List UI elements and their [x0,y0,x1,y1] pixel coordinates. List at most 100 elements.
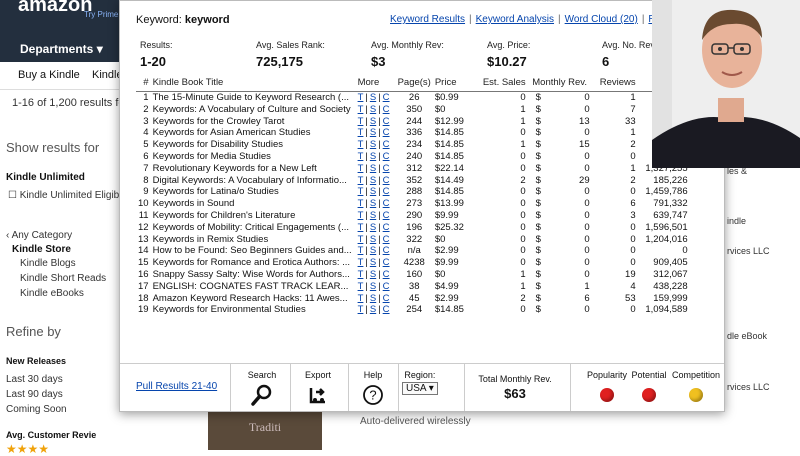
book-title[interactable]: Revolutionary Keywords for a New Left [151,163,356,175]
nav-kindle[interactable]: Kindle [92,69,123,81]
more-link-s[interactable]: S [370,139,376,150]
more-link-t[interactable]: T [358,269,364,280]
release-last-90[interactable]: Last 90 days [6,389,63,400]
book-title[interactable]: Keywords for the Crowley Tarot [151,116,356,128]
table-row[interactable]: 19 Keywords for Environmental Studies T | S |… [136,304,690,316]
book-title[interactable]: Keywords for Latina/o Studies [151,186,356,198]
export-button[interactable]: Export [298,370,338,406]
more-link-t[interactable]: T [358,104,364,115]
table-row[interactable]: 14 How to be Found: Seo Beginners Guides … [136,245,690,257]
keyword-analysis-link[interactable]: Keyword Analysis [476,14,554,25]
more-link-c[interactable]: C [383,151,390,162]
more-link-t[interactable]: T [358,222,364,233]
more-link-c[interactable]: C [383,281,390,292]
pull-results-link[interactable]: Pull Results 21-40 [136,381,217,392]
more-link-t[interactable]: T [358,304,364,315]
more-link-c[interactable]: C [383,163,390,174]
book-title[interactable]: Keywords for Disability Studies [151,139,356,151]
col-header-num[interactable]: # [136,75,151,92]
more-link-t[interactable]: T [358,257,364,268]
more-link-t[interactable]: T [358,92,364,103]
more-link-t[interactable]: T [358,186,364,197]
more-link-c[interactable]: C [383,92,390,103]
more-link-s[interactable]: S [370,281,376,292]
star-rating-filter[interactable]: ★★★★ [6,442,49,456]
table-row[interactable]: 2 Keywords: A Vocabulary of Culture and S… [136,104,690,116]
more-link-c[interactable]: C [383,175,390,186]
more-link-c[interactable]: C [383,293,390,304]
book-title[interactable]: Keywords in Remix Studies [151,234,356,246]
col-header-reviews[interactable]: Reviews [591,75,638,92]
col-header-est-sales[interactable]: Est. Sales [480,75,528,92]
more-link-t[interactable]: T [358,210,364,221]
table-row[interactable]: 18 Amazon Keyword Research Hacks: 11 Awes… [136,293,690,305]
word-cloud-link[interactable]: Word Cloud (20) [565,14,638,25]
table-row[interactable]: 15 Keywords for Romance and Erotica Autho… [136,257,690,269]
more-link-c[interactable]: C [383,245,390,256]
more-link-t[interactable]: T [358,245,364,256]
more-link-t[interactable]: T [358,198,364,209]
more-link-t[interactable]: T [358,116,364,127]
table-row[interactable]: 16 Snappy Sassy Salty: Wise Words for Aut… [136,269,690,281]
more-link-t[interactable]: T [358,234,364,245]
col-header-pages[interactable]: Page(s) [395,75,433,92]
more-link-s[interactable]: S [370,234,376,245]
table-row[interactable]: 10 Keywords in Sound T | S | C 273 $13.99 0 $0 6 791… [136,198,690,210]
departments-menu[interactable]: Departments ▾ [20,42,103,56]
table-row[interactable]: 5 Keywords for Disability Studies T | S | C 234… [136,139,690,151]
book-title[interactable]: Digital Keywords: A Vocabulary of Inform… [151,175,356,187]
table-row[interactable]: 3 Keywords for the Crowley Tarot T | S | C 244 $… [136,116,690,128]
col-header-price[interactable]: Price [432,75,481,92]
more-link-c[interactable]: C [383,234,390,245]
more-link-c[interactable]: C [383,222,390,233]
more-link-c[interactable]: C [383,104,390,115]
more-link-s[interactable]: S [370,257,376,268]
more-link-s[interactable]: S [370,293,376,304]
region-select[interactable]: USA ▾ [402,382,438,395]
more-link-s[interactable]: S [370,92,376,103]
more-link-s[interactable]: S [370,127,376,138]
category-kindle-short-reads[interactable]: Kindle Short Reads [20,273,106,284]
more-link-c[interactable]: C [383,127,390,138]
more-link-t[interactable]: T [358,127,364,138]
table-row[interactable]: 7 Revolutionary Keywords for a New Left T |… [136,163,690,175]
try-prime-link[interactable]: Try Prime [84,10,118,19]
more-link-c[interactable]: C [383,139,390,150]
table-row[interactable]: 8 Digital Keywords: A Vocabulary of Infor… [136,175,690,187]
more-link-s[interactable]: S [370,175,376,186]
more-link-s[interactable]: S [370,222,376,233]
more-link-s[interactable]: S [370,269,376,280]
col-header-more[interactable]: More [355,75,396,92]
more-link-s[interactable]: S [370,198,376,209]
amazon-logo[interactable]: amazon [18,0,92,17]
more-link-c[interactable]: C [383,116,390,127]
release-coming-soon[interactable]: Coming Soon [6,404,67,415]
any-category-link[interactable]: ‹ Any Category [6,230,72,241]
more-link-s[interactable]: S [370,245,376,256]
more-link-t[interactable]: T [358,139,364,150]
more-link-c[interactable]: C [383,198,390,209]
book-title[interactable]: Keywords for Children's Literature [151,210,356,222]
book-title[interactable]: Keywords: A Vocabulary of Culture and So… [151,104,356,116]
more-link-s[interactable]: S [370,151,376,162]
search-button[interactable]: Search [242,370,282,406]
table-row[interactable]: 17 ENGLISH: COGNATES FAST TRACK LEAR... T |… [136,281,690,293]
more-link-s[interactable]: S [370,116,376,127]
book-title[interactable]: Keywords for Romance and Erotica Authors… [151,257,356,269]
book-title[interactable]: Keywords for Environmental Studies [151,304,356,316]
table-row[interactable]: 11 Keywords for Children's Literature T | S |… [136,210,690,222]
table-row[interactable]: 1 The 15-Minute Guide to Keyword Research… [136,92,690,104]
more-link-t[interactable]: T [358,175,364,186]
book-title[interactable]: ENGLISH: COGNATES FAST TRACK LEAR... [151,281,356,293]
book-cover-image[interactable]: Traditi [208,410,322,450]
more-link-s[interactable]: S [370,186,376,197]
book-title[interactable]: Amazon Keyword Research Hacks: 11 Awes..… [151,293,356,305]
more-link-s[interactable]: S [370,304,376,315]
help-button[interactable]: Help ? [354,370,392,406]
book-title[interactable]: Keywords for Asian American Studies [151,127,356,139]
category-kindle-blogs[interactable]: Kindle Blogs [20,258,76,269]
more-link-t[interactable]: T [358,281,364,292]
kindle-unlimited-checkbox[interactable]: ☐ Kindle Unlimited Eligib [8,190,119,201]
col-header-monthly-rev[interactable]: Monthly Rev. [527,75,592,92]
book-title[interactable]: Keywords of Mobility: Critical Engagemen… [151,222,356,234]
